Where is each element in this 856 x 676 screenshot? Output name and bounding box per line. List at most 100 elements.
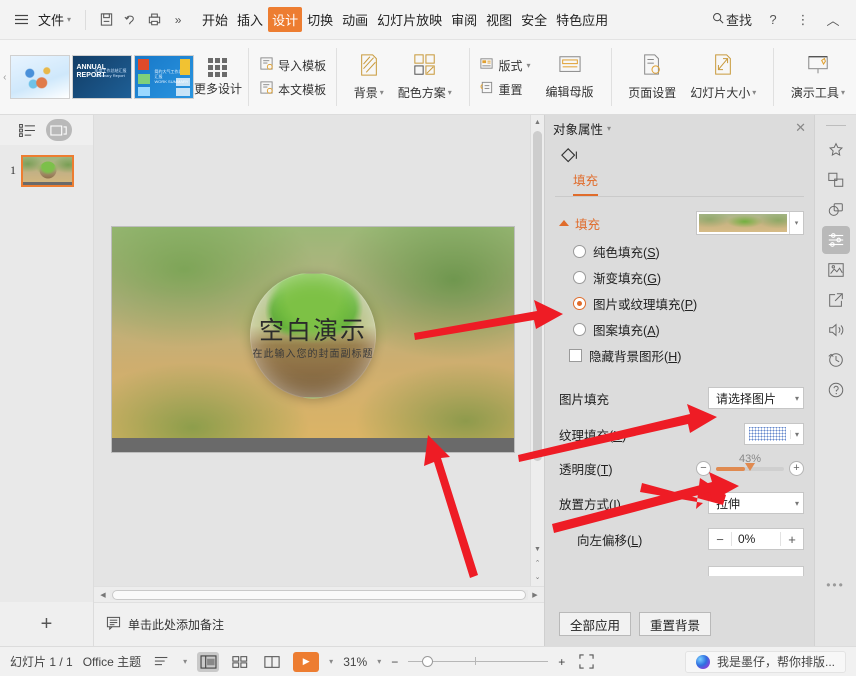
tab-featured-apps[interactable]: 特色应用 [552, 7, 612, 32]
fit-to-window-icon[interactable] [575, 652, 597, 672]
slide-subtitle-text[interactable]: 在此输入您的封面副标题 [112, 345, 514, 360]
offset-increase-button[interactable]: + [781, 532, 803, 547]
tab-fill[interactable]: 填充 [573, 170, 599, 196]
undo-icon[interactable] [118, 8, 142, 32]
file-menu-button[interactable]: 文件 ▾ [32, 7, 77, 32]
notes-pane[interactable]: 单击此处添加备注 [94, 602, 544, 646]
reset-background-button[interactable]: 重置背景 [639, 612, 712, 636]
normal-view-icon[interactable] [197, 651, 220, 672]
transparency-decrease-button[interactable]: − [696, 461, 711, 476]
option-gradient-fill[interactable]: 渐变填充(G) [573, 268, 804, 287]
horizontal-scroll-track[interactable] [110, 589, 528, 600]
save-icon[interactable] [94, 8, 118, 32]
rail-more-button[interactable]: ••• [826, 578, 845, 592]
transparency-track[interactable]: 43% [716, 453, 784, 471]
fill-picture-preview[interactable]: ▾ [696, 211, 804, 235]
print-icon[interactable] [142, 8, 166, 32]
edit-master-button[interactable]: 编辑母版 [539, 54, 601, 100]
picture-icon[interactable] [822, 256, 850, 284]
zoom-out-button[interactable]: − [391, 655, 398, 669]
tab-start[interactable]: 开始 [198, 7, 232, 32]
theme-label[interactable]: Office 主题 [83, 653, 141, 670]
option-picture-texture-fill[interactable]: 图片或纹理填充(P) [573, 294, 804, 313]
vertical-scroll-thumb[interactable] [533, 131, 542, 461]
slide-size-button[interactable]: 幻灯片大小 ▾ [683, 53, 763, 101]
start-slideshow-button[interactable]: ▶ [293, 651, 320, 672]
outline-view-icon[interactable] [14, 119, 40, 141]
slide-canvas[interactable]: 空白演示 在此输入您的封面副标题 ▲ ▼ ⌃ ⌄ [94, 115, 544, 586]
placement-select[interactable]: 拉伸 ▾ [708, 492, 804, 514]
chevron-down-icon[interactable]: ▾ [329, 657, 333, 666]
previous-slide-icon[interactable]: ⌃ [531, 556, 544, 570]
more-commands-icon[interactable]: » [166, 8, 190, 32]
canvas-horizontal-scrollbar[interactable]: ◀ ▶ [94, 586, 544, 602]
radio-icon[interactable] [573, 271, 586, 284]
more-options-icon[interactable]: ⋮ [790, 8, 816, 32]
texture-fill-select[interactable]: ▾ [744, 423, 804, 445]
help-icon[interactable]: ? [760, 8, 786, 32]
ai-assistant-bar[interactable]: 我是墨仔，帮你排版... [684, 650, 846, 673]
zoom-slider[interactable] [408, 656, 549, 667]
scroll-left-icon[interactable]: ◀ [96, 591, 110, 599]
scroll-right-icon[interactable]: ▶ [528, 591, 542, 599]
tab-review[interactable]: 审阅 [447, 7, 481, 32]
page-setup-button[interactable]: 页面设置 [621, 53, 683, 101]
zoom-in-button[interactable]: + [558, 655, 565, 669]
panel-close-button[interactable]: ✕ [795, 120, 806, 136]
tab-animation[interactable]: 动画 [338, 7, 372, 32]
share-icon[interactable] [822, 286, 850, 314]
tab-security[interactable]: 安全 [517, 7, 551, 32]
transparency-slider[interactable]: − 43% + [696, 453, 804, 476]
chevron-down-icon[interactable]: ▾ [790, 429, 803, 439]
next-slide-icon[interactable]: ⌄ [531, 570, 544, 584]
effects-star-icon[interactable] [822, 136, 850, 164]
option-hide-background-graphics[interactable]: 隐藏背景图形(H) [569, 346, 804, 365]
tab-insert[interactable]: 插入 [233, 7, 267, 32]
apply-all-button[interactable]: 全部应用 [559, 612, 632, 636]
history-icon[interactable] [822, 346, 850, 374]
zoom-level-label[interactable]: 31% [343, 655, 367, 669]
main-menu-icon[interactable] [10, 9, 32, 31]
horizontal-scroll-thumb[interactable] [112, 589, 526, 600]
thumbnail-item[interactable]: 1 [0, 155, 93, 187]
design-template-3[interactable]: 简约大气工作总结汇报 WORK SUMMARY [133, 55, 194, 99]
offset-left-value[interactable]: 0% [731, 532, 781, 546]
chevron-down-icon[interactable]: ▾ [789, 212, 803, 234]
reset-button[interactable]: 重置 [479, 80, 530, 98]
offset-left-stepper[interactable]: − 0% + [708, 528, 804, 550]
present-tools-button[interactable]: 演示工具 ▾ [784, 53, 852, 101]
design-template-2[interactable]: ANNUAL REPORT 年度工作总结汇报 Summary Report [71, 55, 132, 99]
slide-view-icon[interactable] [46, 119, 72, 141]
radio-icon[interactable] [573, 323, 586, 336]
thumbnail-preview[interactable] [21, 155, 74, 187]
option-solid-fill[interactable]: 纯色填充(S) [573, 242, 804, 261]
chevron-down-icon[interactable]: ▾ [183, 657, 187, 666]
scroll-down-icon[interactable]: ▼ [531, 542, 544, 556]
add-slide-button[interactable]: + [0, 602, 93, 646]
checkbox-icon[interactable] [569, 349, 582, 362]
fill-section-header[interactable]: 填充 ▾ [559, 211, 804, 235]
more-designs-button[interactable]: 更多设计 [194, 40, 243, 114]
next-field-partial[interactable] [708, 566, 804, 576]
option-pattern-fill[interactable]: 图案填充(A) [573, 320, 804, 339]
radio-icon[interactable] [573, 245, 586, 258]
tab-slideshow[interactable]: 幻灯片放映 [373, 7, 446, 32]
transparency-thumb[interactable] [745, 462, 756, 471]
slide-title-text[interactable]: 空白演示 [112, 311, 514, 347]
tab-transition[interactable]: 切换 [303, 7, 337, 32]
layout-button[interactable]: 版式 ▾ [479, 56, 531, 74]
slide-sorter-icon[interactable] [229, 652, 251, 672]
transparency-increase-button[interactable]: + [789, 461, 804, 476]
collapse-ribbon-icon[interactable]: ︿ [820, 8, 846, 32]
chevron-down-icon[interactable]: ▾ [377, 657, 381, 666]
canvas-vertical-scrollbar[interactable]: ▲ ▼ ⌃ ⌄ [530, 115, 544, 586]
zoom-slider-knob[interactable] [422, 656, 434, 667]
current-slide[interactable]: 空白演示 在此输入您的封面副标题 [112, 227, 514, 452]
offset-decrease-button[interactable]: − [709, 532, 731, 547]
tab-view[interactable]: 视图 [482, 7, 516, 32]
gallery-prev-icon[interactable]: ‹ [0, 40, 10, 114]
outline-list-icon[interactable] [151, 652, 173, 672]
background-button[interactable]: 背景 ▾ [347, 53, 391, 101]
doc-template-button[interactable]: 本文模板 [259, 80, 326, 98]
chevron-down-icon[interactable]: ▾ [607, 124, 611, 133]
